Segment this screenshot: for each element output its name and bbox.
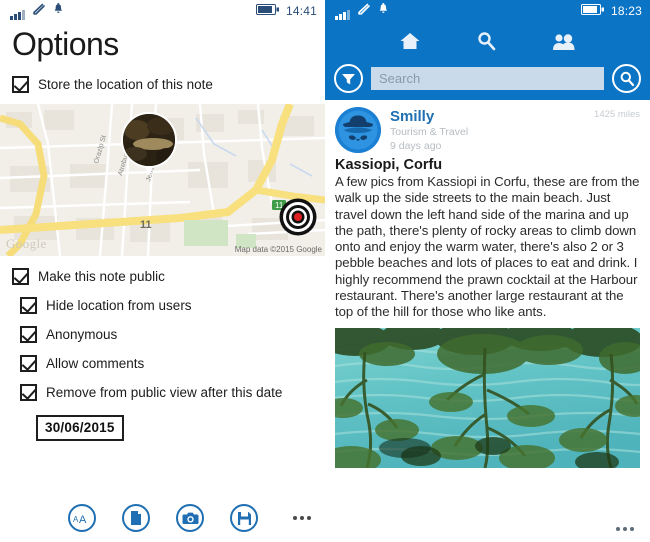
battery-icon — [255, 2, 280, 20]
top-nav — [325, 22, 650, 56]
checkbox-hide-location[interactable] — [20, 297, 37, 314]
bell-icon — [53, 2, 64, 20]
feed-footer — [325, 516, 650, 542]
bottom-app-bar: A A — [0, 494, 325, 542]
bell-icon — [378, 2, 389, 20]
map-pin-icon[interactable] — [121, 112, 177, 176]
battery-icon — [580, 2, 605, 20]
post-author-meta: Smilly Tourism & Travel 9 days ago — [390, 107, 585, 153]
svg-text:11: 11 — [140, 219, 152, 231]
checkbox-anonymous[interactable] — [20, 326, 37, 343]
options-checkbox-list: Make this note public Hide location from… — [12, 268, 325, 441]
status-bar-left: 14:41 — [0, 0, 325, 22]
magnifier-icon[interactable] — [476, 31, 496, 51]
wifi-icon — [32, 2, 46, 20]
checkbox-row-make-public[interactable]: Make this note public — [12, 268, 325, 285]
post-title: Kassiopi, Corfu — [335, 157, 443, 173]
checkbox-label: Hide location from users — [46, 298, 192, 313]
app-screenshot: 14:41 Options Store the location of this… — [0, 0, 650, 542]
google-logo: Google — [6, 236, 47, 251]
feed-post: Smilly Tourism & Travel 9 days ago 1425 … — [325, 100, 650, 468]
home-icon[interactable] — [399, 31, 421, 51]
signal-bars-icon — [335, 9, 350, 20]
checkbox-remove-after-date[interactable] — [20, 384, 37, 401]
post-username[interactable]: Smilly — [390, 108, 585, 125]
checkbox-row-hide-location[interactable]: Hide location from users — [20, 297, 325, 314]
checkbox-label: Make this note public — [38, 269, 165, 284]
location-map[interactable]: Orazlp St Atrebus St Jema St 11 11 Googl… — [0, 104, 325, 256]
checkbox-label: Remove from public view after this date — [46, 385, 283, 400]
wifi-icon — [357, 2, 371, 20]
post-header: Smilly Tourism & Travel 9 days ago 1425 … — [335, 107, 640, 153]
status-bar-right: 18:23 — [325, 0, 650, 22]
post-distance: 1425 miles — [594, 109, 640, 120]
page-title: Options — [12, 26, 119, 62]
post-photo[interactable] — [335, 327, 640, 468]
save-floppy-icon[interactable] — [230, 504, 258, 532]
checkbox-make-public[interactable] — [12, 268, 29, 285]
search-placeholder: Search — [379, 71, 421, 86]
feed-header: 18:23 Search — [325, 0, 650, 100]
more-ellipsis-icon[interactable] — [293, 516, 311, 520]
checkbox-row-store-location[interactable]: Store the location of this note — [12, 76, 325, 93]
camera-icon[interactable] — [176, 504, 204, 532]
search-submit-button[interactable] — [612, 64, 641, 93]
search-bar: Search — [325, 64, 650, 93]
incognito-avatar-icon[interactable] — [335, 107, 381, 153]
checkbox-label: Anonymous — [46, 327, 118, 342]
filter-funnel-icon[interactable] — [334, 64, 363, 93]
date-input[interactable]: 30/06/2015 — [36, 415, 124, 441]
post-time-ago: 9 days ago — [390, 140, 442, 152]
map-attribution: Map data ©2015 Google — [234, 245, 322, 254]
checkbox-label: Allow comments — [46, 356, 145, 371]
search-input[interactable]: Search — [371, 67, 604, 90]
options-screen: 14:41 Options Store the location of this… — [0, 0, 325, 542]
checkbox-store-location[interactable] — [12, 76, 29, 93]
svg-text:A: A — [79, 514, 87, 525]
checkbox-row-anonymous[interactable]: Anonymous — [20, 326, 325, 343]
people-icon[interactable] — [552, 32, 576, 51]
feed-screen: 18:23 Search Smilly Tourism & Travel 9 d… — [325, 0, 650, 542]
document-icon[interactable] — [122, 504, 150, 532]
target-crosshair-icon[interactable] — [279, 198, 317, 236]
post-body: A few pics from Kassiopi in Corfu, these… — [335, 174, 640, 320]
signal-bars-icon — [10, 9, 25, 20]
checkbox-allow-comments[interactable] — [20, 355, 37, 372]
checkbox-row-allow-comments[interactable]: Allow comments — [20, 355, 325, 372]
font-size-aa-icon[interactable]: A A — [68, 504, 96, 532]
clock-time: 18:23 — [610, 4, 642, 18]
clock-time: 14:41 — [285, 4, 317, 18]
post-category: Tourism & Travel — [390, 126, 469, 138]
checkbox-label: Store the location of this note — [38, 77, 213, 92]
checkbox-row-remove-after-date[interactable]: Remove from public view after this date — [20, 384, 325, 401]
more-ellipsis-icon[interactable] — [616, 527, 634, 531]
